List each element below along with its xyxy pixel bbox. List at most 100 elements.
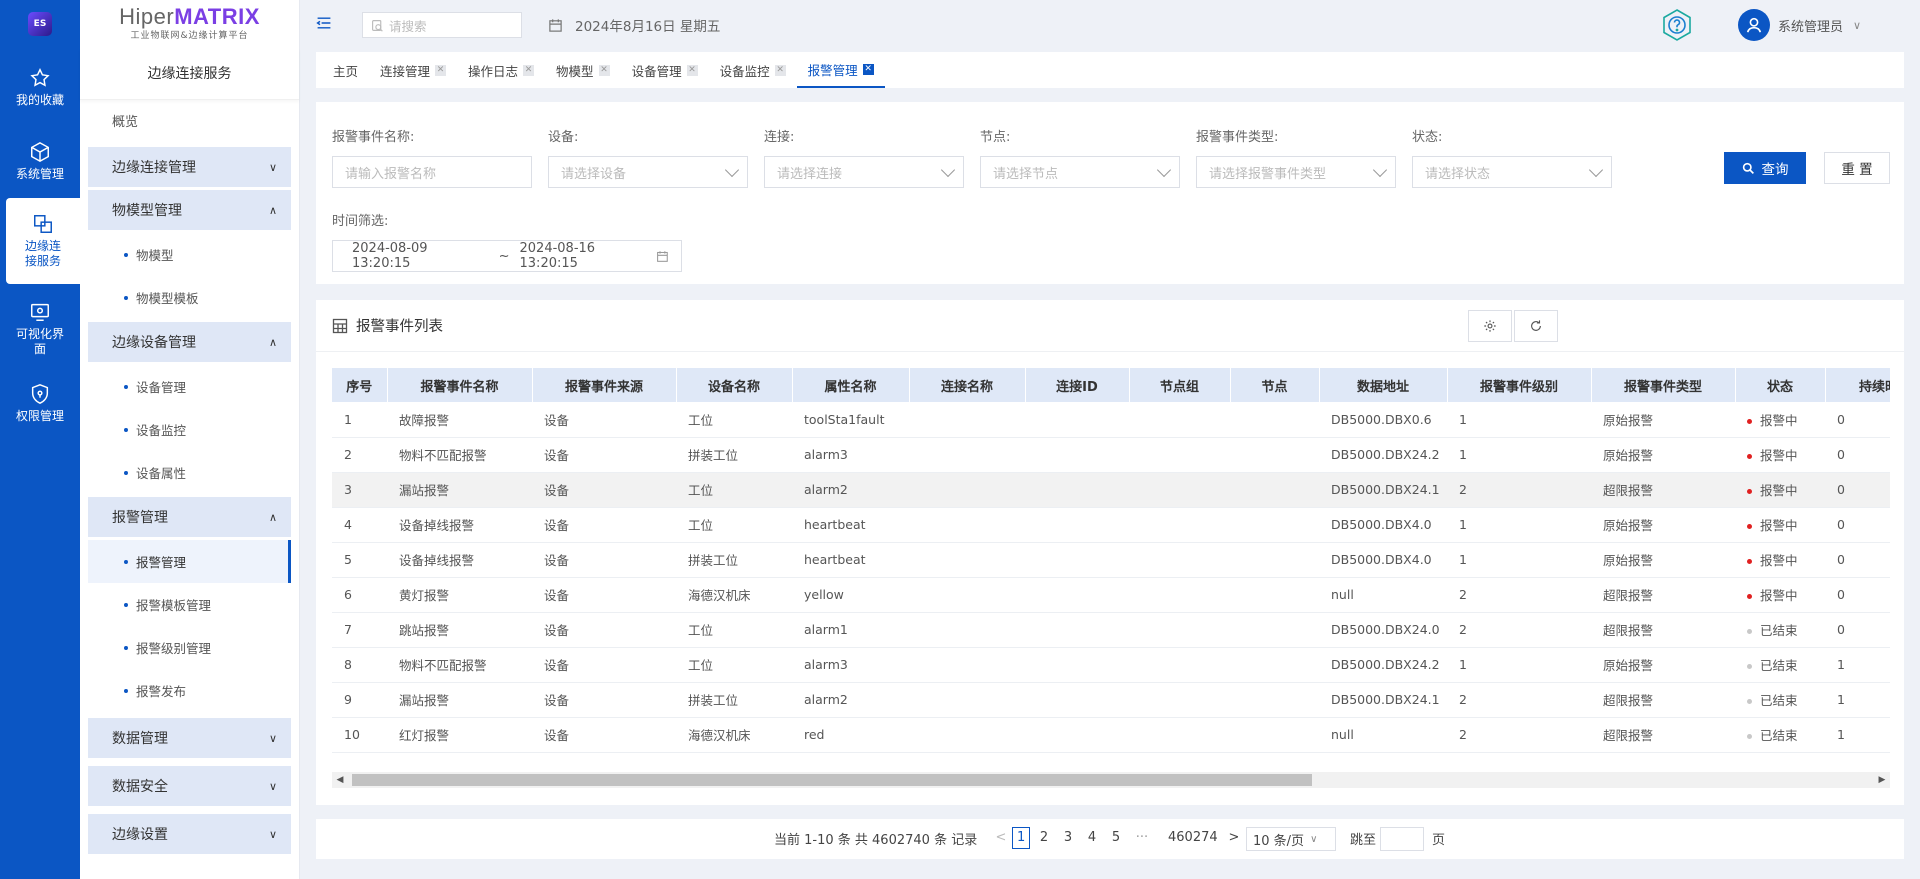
table-cell: red [792, 717, 909, 753]
col-header[interactable]: 节点 [1230, 368, 1320, 402]
page-ellipsis[interactable]: ··· [1134, 827, 1150, 849]
tab-device-manage[interactable]: 设备管理 ✕ [621, 52, 709, 88]
close-icon[interactable]: ✕ [686, 64, 698, 76]
col-header[interactable]: 节点组 [1129, 368, 1231, 402]
device-select[interactable]: 请选择设备 [548, 156, 748, 188]
sidebar-group-security[interactable]: 数据安全 ∨ [88, 766, 291, 806]
scroll-left-icon[interactable]: ◀ [332, 772, 348, 788]
search-input[interactable]: 请搜索 [362, 12, 522, 38]
table-row[interactable]: 9 漏站报警 设备 拼装工位 alarm2 DB5000.DBX24.1 2 超限报警 已结束 1 [332, 682, 1890, 718]
alarm-type-select[interactable]: 请选择报警事件类型 [1196, 156, 1396, 188]
sidebar-item-model-template[interactable]: 物模型模板 [80, 276, 299, 319]
prev-page-icon[interactable]: < [993, 827, 1009, 849]
sidebar-item-alarm-publish[interactable]: 报警发布 [80, 669, 299, 712]
connection-select[interactable]: 请选择连接 [764, 156, 964, 188]
table-cell: 9 [332, 682, 387, 718]
user-icon [1746, 17, 1762, 33]
col-header[interactable]: 连接ID [1025, 368, 1130, 402]
table-cell: alarm2 [792, 472, 909, 508]
col-header[interactable]: 设备名称 [676, 368, 793, 402]
table-row[interactable]: 5 设备掉线报警 设备 拼装工位 heartbeat DB5000.DBX4.0 1 原始报警… [332, 542, 1890, 578]
help-icon[interactable] [1660, 8, 1694, 42]
sidebar-group-model[interactable]: 物模型管理 ∧ [88, 190, 291, 230]
table-row[interactable]: 6 黄灯报警 设备 海德汉机床 yellow null 2 超限报警 报警中 0 [332, 577, 1890, 613]
table-cell [909, 402, 1025, 438]
col-header[interactable]: 报警事件类型 [1591, 368, 1736, 402]
scroll-right-icon[interactable]: ▶ [1874, 772, 1890, 788]
col-header[interactable]: 状态 [1735, 368, 1826, 402]
close-icon[interactable]: ✕ [523, 64, 535, 76]
table-cell [1129, 472, 1230, 508]
close-icon[interactable]: ✕ [774, 64, 786, 76]
table-cell [1025, 402, 1129, 438]
page-3[interactable]: 3 [1060, 827, 1076, 849]
node-select[interactable]: 请选择节点 [980, 156, 1180, 188]
rail-item-edge-connect[interactable]: 边缘连接服务 [6, 198, 80, 284]
table-cell: 超限报警 [1591, 612, 1735, 648]
page-5[interactable]: 5 [1108, 827, 1124, 849]
sidebar-item-overview[interactable]: 概览 [80, 102, 299, 144]
col-header[interactable]: 序号 [332, 368, 388, 402]
rail-item-system[interactable]: 系统管理 [0, 126, 80, 196]
sidebar-item-device-props[interactable]: 设备属性 [80, 451, 299, 494]
table-row[interactable]: 2 物料不匹配报警 设备 拼装工位 alarm3 DB5000.DBX24.2 1 原始报警报… [332, 437, 1890, 473]
sidebar-item-alarm-template[interactable]: 报警模板管理 [80, 583, 299, 626]
settings-button[interactable] [1468, 310, 1512, 342]
rail-item-permission[interactable]: 权限管理 [0, 372, 80, 434]
sidebar-item-device-manage[interactable]: 设备管理 [80, 365, 299, 408]
sidebar-item-alarm-manage[interactable]: 报警管理 [88, 540, 291, 583]
col-header[interactable]: 属性名称 [792, 368, 910, 402]
tab-oplog[interactable]: 操作日志 ✕ [457, 52, 545, 88]
rail-item-favorites[interactable]: 我的收藏 [0, 48, 80, 126]
tab-home[interactable]: 主页 [322, 52, 369, 88]
col-header[interactable]: 连接名称 [909, 368, 1026, 402]
tab-model[interactable]: 物模型 ✕ [545, 52, 621, 88]
page-last[interactable]: 460274 [1168, 827, 1218, 849]
sidebar-item-model[interactable]: 物模型 [80, 233, 299, 276]
col-header[interactable]: 数据地址 [1319, 368, 1448, 402]
table-row[interactable]: 8 物料不匹配报警 设备 工位 alarm3 DB5000.DBX24.2 1 原始报警 已结束… [332, 647, 1890, 683]
close-icon[interactable]: ✕ [862, 63, 874, 75]
col-header[interactable]: 报警事件来源 [532, 368, 677, 402]
query-button[interactable]: 查询 [1724, 152, 1806, 184]
jump-page-input[interactable] [1380, 827, 1424, 851]
tab-alarm-manage[interactable]: 报警管理 ✕ [796, 52, 885, 88]
sidebar-group-alarm[interactable]: 报警管理 ∧ [88, 497, 291, 537]
rail-item-visual[interactable]: 可视化界面 [0, 286, 80, 372]
menu-toggle-icon[interactable] [316, 15, 336, 36]
page-1[interactable]: 1 [1012, 827, 1031, 849]
table-row[interactable]: 3 漏站报警 设备 工位 alarm2 DB5000.DBX24.1 2 超限报警 报警中 0 [332, 472, 1890, 508]
col-header[interactable]: 持续时 [1825, 368, 1890, 402]
app-logo[interactable]: ES [0, 0, 80, 48]
horizontal-scrollbar[interactable]: ◀ ▶ [332, 772, 1890, 788]
sidebar-group-edge-connect[interactable]: 边缘连接管理 ∨ [88, 147, 291, 187]
tab-device-monitor[interactable]: 设备监控 ✕ [709, 52, 797, 88]
close-icon[interactable]: ✕ [598, 64, 610, 76]
sidebar-group-settings[interactable]: 边缘设置 ∨ [88, 814, 291, 854]
alarm-name-input[interactable]: 请输入报警名称 [332, 156, 532, 188]
table-row[interactable]: 1 故障报警 设备 工位 toolSta1fault DB5000.DBX0.6 1 原始报警… [332, 402, 1890, 438]
refresh-button[interactable] [1514, 310, 1558, 342]
sidebar-group-device[interactable]: 边缘设备管理 ∧ [88, 322, 291, 362]
page-4[interactable]: 4 [1084, 827, 1100, 849]
page-2[interactable]: 2 [1036, 827, 1052, 849]
date-range-picker[interactable]: 2024-08-09 13:20:15 ~ 2024-08-16 13:20:1… [332, 240, 682, 272]
status-select[interactable]: 请选择状态 [1412, 156, 1612, 188]
page-size-select[interactable]: 10 条/页 ∨ [1246, 827, 1336, 851]
user-menu[interactable]: 系统管理员 ∨ [1738, 9, 1861, 41]
next-page-icon[interactable]: > [1226, 827, 1242, 849]
scrollbar-thumb[interactable] [352, 774, 1312, 786]
sidebar-group-data[interactable]: 数据管理 ∨ [88, 718, 291, 758]
table-row[interactable]: 4 设备掉线报警 设备 工位 heartbeat DB5000.DBX4.0 1 原始报警 报警… [332, 507, 1890, 543]
table-row[interactable]: 7 跳站报警 设备 工位 alarm1 DB5000.DBX24.0 2 超限报警 已结束 0 [332, 612, 1890, 648]
sidebar-item-device-monitor[interactable]: 设备监控 [80, 408, 299, 451]
sidebar-item-alarm-level[interactable]: 报警级别管理 [80, 626, 299, 669]
connect-icon [34, 215, 52, 233]
col-header[interactable]: 报警事件级别 [1447, 368, 1592, 402]
tab-connection[interactable]: 连接管理 ✕ [369, 52, 457, 88]
table-cell: 2 [1447, 682, 1591, 718]
table-row[interactable]: 10 红灯报警 设备 海德汉机床 red null 2 超限报警 已结束 1 [332, 717, 1890, 753]
col-header[interactable]: 报警事件名称 [387, 368, 533, 402]
reset-button[interactable]: 重 置 [1824, 152, 1890, 184]
close-icon[interactable]: ✕ [435, 64, 447, 76]
